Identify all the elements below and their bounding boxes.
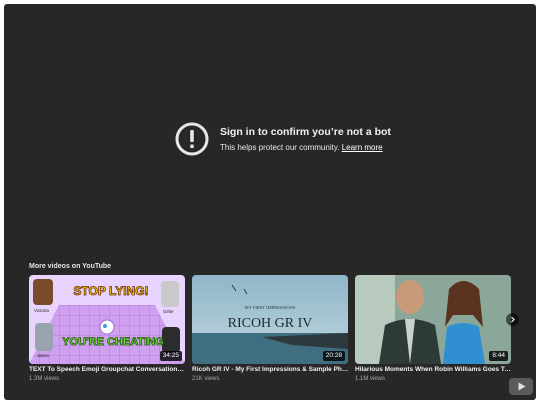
notice-text: Sign in to confirm you’re not a bot This… (220, 126, 391, 153)
video-thumbnail-2[interactable]: MY FIRST IMPRESSIONS RICOH GR IV 20:28 (192, 275, 348, 364)
video-title-2[interactable]: Ricoh GR IV - My First Impressions & Sam… (192, 366, 350, 374)
video-thumbnail-3[interactable]: 8:44 (355, 275, 511, 364)
thumb-text-top: STOP LYING! (73, 284, 148, 298)
thumb-name-3: Jason (37, 353, 50, 358)
notice-subtitle: This helps protect our community. Learn … (220, 143, 391, 153)
video-title-3[interactable]: Hilarious Moments When Robin Williams Go… (355, 366, 513, 374)
thumb-text-bottom: YOU'RE CHEATING (62, 336, 163, 348)
thumbnail-image-3 (355, 275, 511, 364)
alert-circle-icon (175, 122, 209, 156)
youtube-logo-icon[interactable] (509, 378, 533, 395)
video-duration: 34:25 (159, 351, 182, 361)
chevron-right-icon (511, 316, 515, 323)
thumb-small-text: MY FIRST IMPRESSIONS (245, 305, 296, 310)
video-thumbnail-1[interactable]: STOP LYING! YOU'RE CHEATING Victoria Gir… (29, 275, 185, 364)
thumb-big-text: RICOH GR IV (228, 316, 313, 331)
video-duration: 8:44 (489, 351, 508, 361)
video-duration: 20:28 (322, 351, 345, 361)
more-videos-label: More videos on YouTube (29, 263, 112, 270)
video-views-3: 1.1M views (355, 376, 386, 382)
video-views-2: 21K views (192, 376, 220, 382)
video-player[interactable]: Sign in to confirm you’re not a bot This… (4, 4, 536, 400)
bot-check-notice: Sign in to confirm you’re not a bot This… (175, 122, 391, 156)
next-videos-button[interactable] (506, 313, 519, 326)
notice-subtitle-text: This helps protect our community. (220, 142, 340, 152)
video-views-1: 1.3M views (29, 376, 60, 382)
thumb-name-1: Victoria (34, 308, 49, 313)
video-title-1[interactable]: TEXT To Speech Emoji Groupchat Conversat… (29, 366, 187, 374)
notice-title: Sign in to confirm you’re not a bot (220, 125, 391, 138)
learn-more-link[interactable]: Learn more (342, 143, 383, 152)
thumb-name-2: Girlie (163, 309, 174, 314)
